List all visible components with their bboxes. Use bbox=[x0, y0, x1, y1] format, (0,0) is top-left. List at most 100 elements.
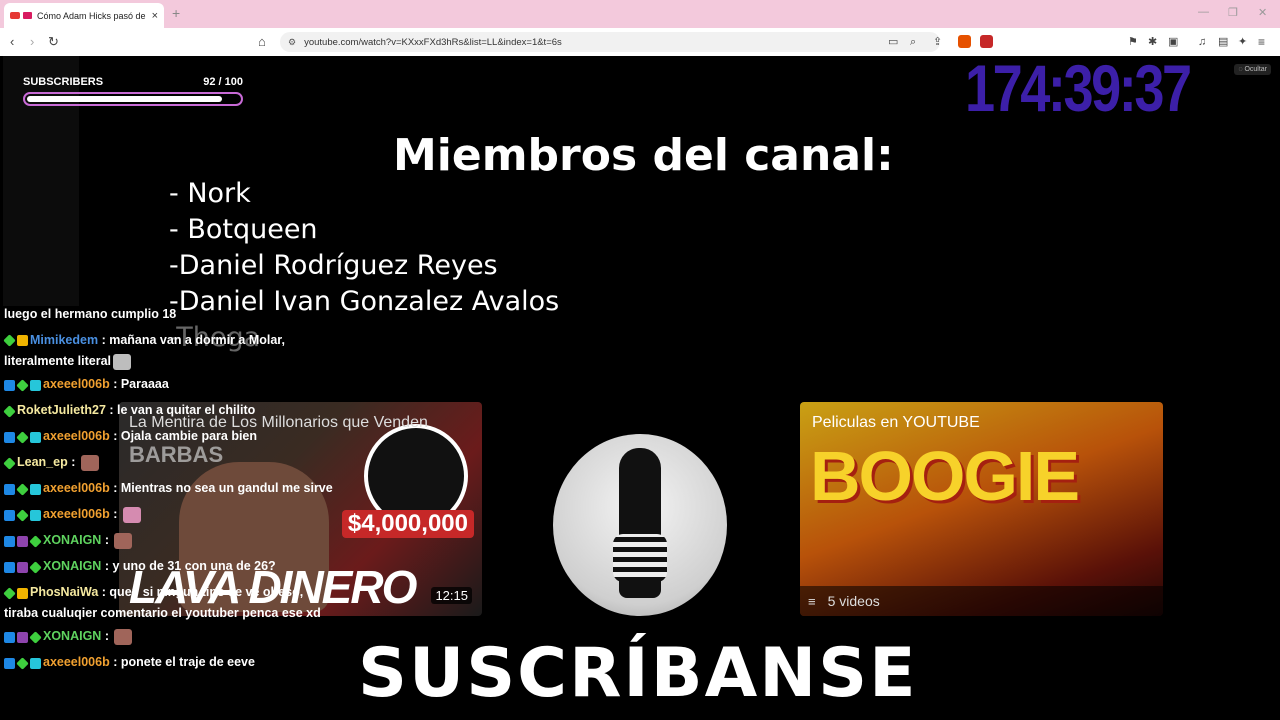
end-card-playlist[interactable]: BOOGIE Peliculas en YOUTUBE ≡ 5 videos bbox=[800, 402, 1163, 616]
address-bar[interactable]: ⚙ youtube.com/watch?v=KXxxFXd3hRs&list=L… bbox=[280, 32, 940, 52]
minimize-button[interactable]: — bbox=[1198, 6, 1209, 18]
blue-badge-icon bbox=[4, 561, 15, 573]
chat-username[interactable]: axeeel006b bbox=[43, 377, 110, 391]
playlist-icon: ≡ bbox=[808, 593, 816, 609]
chat-badges bbox=[4, 627, 43, 648]
zoom-icon[interactable]: ⌕ bbox=[910, 34, 916, 50]
chat-badges bbox=[3, 330, 30, 351]
chat-badges bbox=[4, 504, 43, 525]
emote-icon bbox=[114, 532, 133, 549]
chat-text: : bbox=[101, 533, 113, 548]
wallet-icon[interactable]: ▤ bbox=[1218, 34, 1228, 50]
playlist-title: Peliculas en YOUTUBE bbox=[812, 414, 980, 431]
chat-badges bbox=[4, 374, 43, 395]
cast-icon[interactable]: ▭ bbox=[888, 34, 898, 50]
youtube-favicon-icon bbox=[10, 12, 20, 19]
chat-badges bbox=[3, 582, 30, 603]
chat-username[interactable]: axeeel006b bbox=[43, 429, 110, 443]
share-icon[interactable]: ⇪ bbox=[933, 34, 942, 50]
playlist-bar: ≡ 5 videos bbox=[800, 586, 1163, 616]
hide-button[interactable]: ◌ Ocultar bbox=[1234, 64, 1271, 75]
brave-shield-icon[interactable] bbox=[958, 35, 971, 48]
channel-avatar-subscribe[interactable] bbox=[553, 434, 727, 616]
green-badge-icon bbox=[29, 560, 42, 574]
chat-username[interactable]: XONAIGN bbox=[43, 533, 101, 547]
tab-title: Cómo Adam Hicks pasó de E bbox=[37, 10, 148, 21]
chat-text: : bbox=[67, 455, 79, 470]
menu-icon[interactable]: ≡ bbox=[1258, 34, 1265, 50]
rewards-icon[interactable] bbox=[980, 35, 993, 48]
chat-username[interactable]: Lean_ep bbox=[17, 455, 68, 469]
chat-username[interactable]: axeeel006b bbox=[43, 481, 110, 495]
browser-toolbar: ‹ › ↻ ⌂ ⚙ youtube.com/watch?v=KXxxFXd3hR… bbox=[0, 28, 1280, 56]
tab-bar: Cómo Adam Hicks pasó de E × + — ❐ ✕ bbox=[0, 0, 1280, 28]
gold-badge-icon bbox=[17, 335, 28, 347]
green-badge-icon bbox=[16, 378, 29, 392]
browser-tab[interactable]: Cómo Adam Hicks pasó de E × bbox=[4, 3, 164, 28]
site-info-icon[interactable]: ⚙ bbox=[288, 37, 296, 48]
purple-badge-icon bbox=[17, 631, 28, 643]
forward-icon[interactable]: › bbox=[30, 34, 34, 50]
chat-username[interactable]: XONAIGN bbox=[43, 629, 101, 643]
chat-badges bbox=[4, 426, 43, 447]
chat-overlay: luego el hermano cumplio 18 Mimikedem : m… bbox=[3, 302, 334, 676]
gold-badge-icon bbox=[17, 587, 28, 599]
chat-username[interactable]: RoketJulieth27 bbox=[17, 403, 106, 417]
chat-badges bbox=[4, 478, 43, 499]
close-window-button[interactable]: ✕ bbox=[1258, 6, 1267, 19]
reload-icon[interactable]: ↻ bbox=[48, 34, 59, 50]
tab-close-icon[interactable]: × bbox=[152, 10, 158, 22]
teal-badge-icon bbox=[30, 431, 41, 443]
chat-message: XONAIGN : y uno de 31 con una de 26? bbox=[4, 554, 334, 580]
member-item: - Nork bbox=[169, 178, 251, 209]
chat-text: : bbox=[109, 507, 121, 522]
puzzle-icon[interactable]: ✱ bbox=[1148, 34, 1157, 50]
playlist-count: 5 videos bbox=[827, 593, 880, 609]
back-icon[interactable]: ‹ bbox=[10, 34, 14, 50]
chat-username[interactable]: axeeel006b bbox=[43, 507, 110, 521]
member-item: - Botqueen bbox=[169, 214, 318, 245]
chat-text: : Mientras no sea un gandul me sirve bbox=[109, 481, 333, 496]
purple-badge-icon bbox=[17, 535, 28, 547]
green-badge-icon bbox=[3, 404, 16, 418]
emote-icon bbox=[114, 629, 133, 646]
chat-message: XONAIGN : bbox=[4, 624, 334, 650]
chat-username[interactable]: PhosNaiWa bbox=[30, 585, 98, 599]
bookmark-icon[interactable]: ⌂ bbox=[258, 34, 266, 50]
music-icon[interactable]: ♫ bbox=[1198, 34, 1206, 50]
chat-message: RoketJulieth27 : le van a quitar el chil… bbox=[3, 398, 334, 424]
video-player[interactable]: SUBSCRIBERS 92 / 100 174:39:37 ◌ Ocultar… bbox=[3, 56, 1277, 717]
extension-icon[interactable]: ⚑ bbox=[1128, 34, 1138, 50]
chat-badges bbox=[4, 530, 43, 551]
chat-badges bbox=[4, 653, 43, 674]
video-duration: 12:15 bbox=[431, 587, 472, 604]
blue-badge-icon bbox=[4, 509, 15, 521]
hide-label: Ocultar bbox=[1244, 66, 1267, 73]
green-badge-icon bbox=[3, 334, 16, 348]
leo-icon[interactable]: ✦ bbox=[1238, 34, 1247, 50]
subscriber-goal: SUBSCRIBERS 92 / 100 bbox=[23, 76, 243, 106]
chat-username[interactable]: Mimikedem bbox=[30, 333, 98, 347]
subscribers-label: SUBSCRIBERS bbox=[23, 76, 104, 88]
chat-username[interactable]: XONAIGN bbox=[43, 559, 101, 573]
chat-username[interactable]: axeeel006b bbox=[43, 655, 110, 669]
chat-message: axeeel006b : Paraaaa bbox=[4, 372, 334, 398]
chat-message: axeeel006b : Ojala cambie para bien bbox=[4, 424, 334, 450]
playlist-big-word: BOOGIE bbox=[810, 437, 1080, 515]
chat-message: axeeel006b : ponete el traje de eeve bbox=[4, 650, 334, 676]
green-badge-icon bbox=[3, 456, 16, 470]
maximize-button[interactable]: ❐ bbox=[1228, 6, 1238, 19]
chat-text: : Paraaaa bbox=[109, 377, 169, 392]
sidebar-icon[interactable]: ▣ bbox=[1168, 34, 1178, 50]
chat-text: : ponete el traje de eeve bbox=[109, 655, 255, 670]
chat-message: axeeel006b : bbox=[4, 502, 334, 528]
new-tab-button[interactable]: + bbox=[172, 5, 180, 21]
green-badge-icon bbox=[3, 586, 16, 600]
blue-badge-icon bbox=[4, 431, 15, 443]
subscribe-text: SUSCRÍBANSE bbox=[358, 634, 918, 713]
chat-message: Lean_ep : bbox=[3, 450, 334, 476]
members-title: Miembros del canal: bbox=[393, 130, 894, 181]
blue-badge-icon bbox=[4, 535, 15, 547]
green-badge-icon bbox=[29, 534, 42, 548]
teal-badge-icon bbox=[30, 657, 41, 669]
